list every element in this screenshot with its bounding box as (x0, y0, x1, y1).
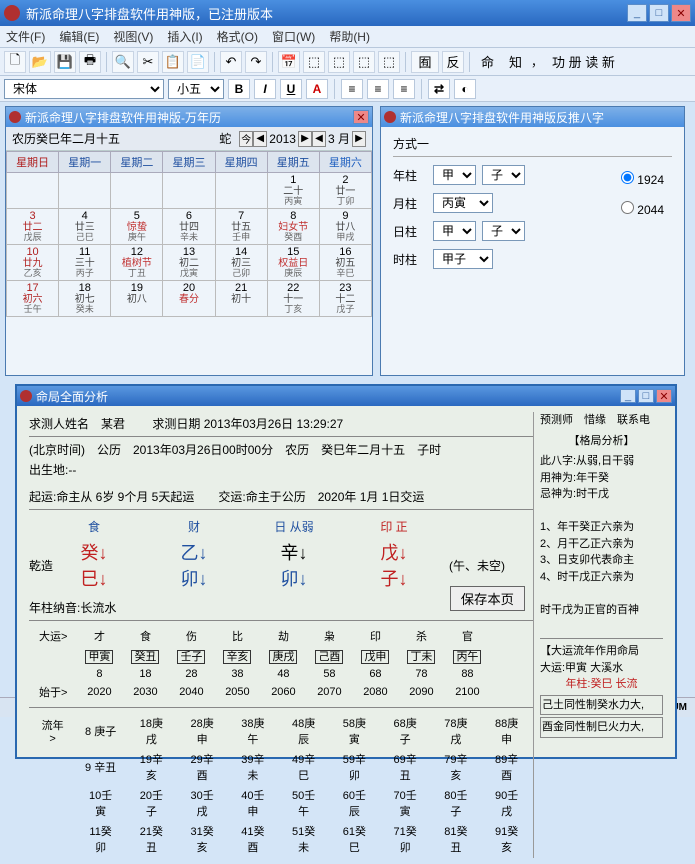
minimize-button[interactable]: _ (627, 4, 647, 22)
month-combo[interactable]: 丙寅 (433, 193, 493, 213)
ana-max-button[interactable]: □ (638, 389, 654, 403)
day-pillar-label: 日柱 (393, 223, 427, 240)
menu-help[interactable]: 帮助(H) (329, 28, 370, 45)
name-label: 求测人姓名 (29, 417, 89, 431)
search-icon[interactable]: 🔍 (112, 51, 134, 73)
main-toolbar: 🗋 📂 💾 🖶 🔍 ✂ 📋 📄 ↶ ↷ 📅 ⬚ ⬚ ⬚ ⬚ 囿 反 命 知 ， … (0, 48, 695, 76)
redo-icon[interactable]: ↷ (245, 51, 267, 73)
cal-close-button[interactable]: ✕ (353, 110, 369, 124)
menu-file[interactable]: 文件(F) (6, 28, 45, 45)
extra-icon[interactable]: ◐ (454, 79, 476, 99)
toolbar-text-1[interactable]: 命 (475, 52, 500, 71)
underline-button[interactable]: U (280, 79, 302, 99)
bold-button[interactable]: B (228, 79, 250, 99)
day-stem-combo[interactable]: 甲 (433, 221, 476, 241)
tool4-icon[interactable]: ⬚ (378, 51, 400, 73)
next-year-button[interactable]: ▶ (298, 131, 312, 147)
align-left-icon[interactable]: ≡ (341, 79, 363, 99)
year-pillar-label: 年柱 (393, 167, 427, 184)
app-icon (4, 5, 20, 21)
save-page-button[interactable]: 保存本页 (450, 586, 525, 611)
menu-window[interactable]: 窗口(W) (272, 28, 315, 45)
section-title: 【格局分析】 (540, 433, 663, 450)
liunian-table: 流年>8 庚子18庚戌28庚申38庚午48庚辰58庚寅68庚子78庚戌88庚申9… (29, 712, 533, 858)
hour-pillar-label: 时柱 (393, 251, 427, 268)
font-color-button[interactable]: A (306, 79, 328, 99)
copy-icon[interactable]: 📋 (162, 51, 184, 73)
analysis-window: 命局全面分析 _ □ ✕ 求测人姓名 某君 求测日期 2013年03月26日 1… (15, 384, 677, 759)
name-value: 某君 (101, 417, 125, 431)
next-month-button[interactable]: ▶ (352, 131, 366, 147)
month-pillar-label: 月柱 (393, 195, 427, 212)
today-button[interactable]: 今 (239, 131, 253, 147)
open-icon[interactable]: 📂 (29, 51, 51, 73)
reverse-window: 新派命理八字排盘软件用神版反推八字 方式一 年柱 甲 子 月柱 丙寅 日柱 甲 … (380, 106, 685, 376)
new-icon[interactable]: 🗋 (4, 51, 26, 73)
lunar-date-label: 农历癸巳年二月十五 (12, 130, 219, 147)
day-branch-combo[interactable]: 子 (482, 221, 525, 241)
close-button[interactable]: ✕ (671, 4, 691, 22)
date-value: 2013年03月26日 13:29:27 (204, 417, 343, 431)
month-label: 3 月 (326, 130, 352, 147)
ana-close-button[interactable]: ✕ (656, 389, 672, 403)
year-opt-1924[interactable] (621, 171, 634, 184)
menu-bar: 文件(F) 编辑(E) 视图(V) 插入(I) 格式(O) 窗口(W) 帮助(H… (0, 26, 695, 48)
cal-app-icon (9, 111, 21, 123)
kong-label: (午、未空) (449, 557, 505, 574)
ana-title: 命局全面分析 (36, 388, 620, 405)
save-icon[interactable]: 💾 (54, 51, 76, 73)
method-label: 方式一 (393, 135, 672, 157)
date-label: 求测日期 (152, 417, 200, 431)
tool-icon[interactable]: ⬚ (303, 51, 325, 73)
menu-edit[interactable]: 编辑(E) (59, 28, 99, 45)
maximize-button[interactable]: □ (649, 4, 669, 22)
cal-title: 新派命理八字排盘软件用神版-万年历 (25, 109, 353, 126)
year-branch-combo[interactable]: 子 (482, 165, 525, 185)
cut-icon[interactable]: ✂ (137, 51, 159, 73)
qianzao-label: 乾造 (29, 557, 69, 574)
ana-min-button[interactable]: _ (620, 389, 636, 403)
year-label: 2013 (267, 132, 298, 146)
app-title: 新派命理八字排盘软件用神版，已注册版本 (26, 4, 627, 23)
toolbar-text-3[interactable]: 功 册 读 新 (546, 52, 621, 71)
italic-button[interactable]: I (254, 79, 276, 99)
birthplace: 出生地:-- (29, 461, 533, 478)
rev-title: 新派命理八字排盘软件用神版反推八字 (400, 109, 681, 126)
year-stem-combo[interactable]: 甲 (433, 165, 476, 185)
calendar-window: 新派命理八字排盘软件用神版-万年历 ✕ 农历癸巳年二月十五 蛇 今 ◀ 2013… (5, 106, 373, 376)
tool5-icon[interactable]: 囿 (411, 51, 439, 73)
prev-month-button[interactable]: ◀ (312, 131, 326, 147)
year-opt-2044[interactable] (621, 201, 634, 214)
font-toolbar: 宋体 小五 B I U A ≡ ≡ ≡ ⇄ ◐ (0, 76, 695, 102)
qiyun-line: 起运:命主从 6岁 9个月 5天起运 交运:命主于公历 2020年 1月 1日交… (29, 488, 533, 505)
toolbar-text-2[interactable]: 知 (503, 52, 528, 71)
tool2-icon[interactable]: ⬚ (328, 51, 350, 73)
undo-icon[interactable]: ↶ (220, 51, 242, 73)
rev-app-icon (384, 111, 396, 123)
menu-view[interactable]: 视图(V) (113, 28, 153, 45)
date-icon[interactable]: 📅 (278, 51, 300, 73)
print-icon[interactable]: 🖶 (79, 51, 101, 73)
font-size-combo[interactable]: 小五 (168, 79, 224, 99)
hour-combo[interactable]: 甲子 (433, 249, 493, 269)
prev-year-button[interactable]: ◀ (253, 131, 267, 147)
align-right-icon[interactable]: ≡ (393, 79, 415, 99)
paste-icon[interactable]: 📄 (187, 51, 209, 73)
main-titlebar: 新派命理八字排盘软件用神版，已注册版本 _ □ ✕ (0, 0, 695, 26)
font-name-combo[interactable]: 宋体 (4, 79, 164, 99)
tool3-icon[interactable]: ⬚ (353, 51, 375, 73)
tool6-icon[interactable]: 反 (442, 51, 464, 73)
birth-line: (北京时间) 公历 2013年03月26日00时00分 农历 癸巳年二月十五 子… (29, 441, 533, 458)
align-center-icon[interactable]: ≡ (367, 79, 389, 99)
menu-insert[interactable]: 插入(I) (167, 28, 202, 45)
calendar-table: 星期日星期一星期二星期三星期四星期五星期六 1二十丙寅2廿一丁卯3廿二戊辰4廿三… (6, 151, 372, 317)
luck-table: 大运>才食伤比劫枭印杀官 甲寅癸丑壬子辛亥庚戌己酉戊申丁未丙午 81828384… (29, 625, 491, 703)
link-icon[interactable]: ⇄ (428, 79, 450, 99)
ana-app-icon (20, 390, 32, 402)
zodiac-label: 蛇 (219, 130, 231, 147)
menu-format[interactable]: 格式(O) (217, 28, 258, 45)
